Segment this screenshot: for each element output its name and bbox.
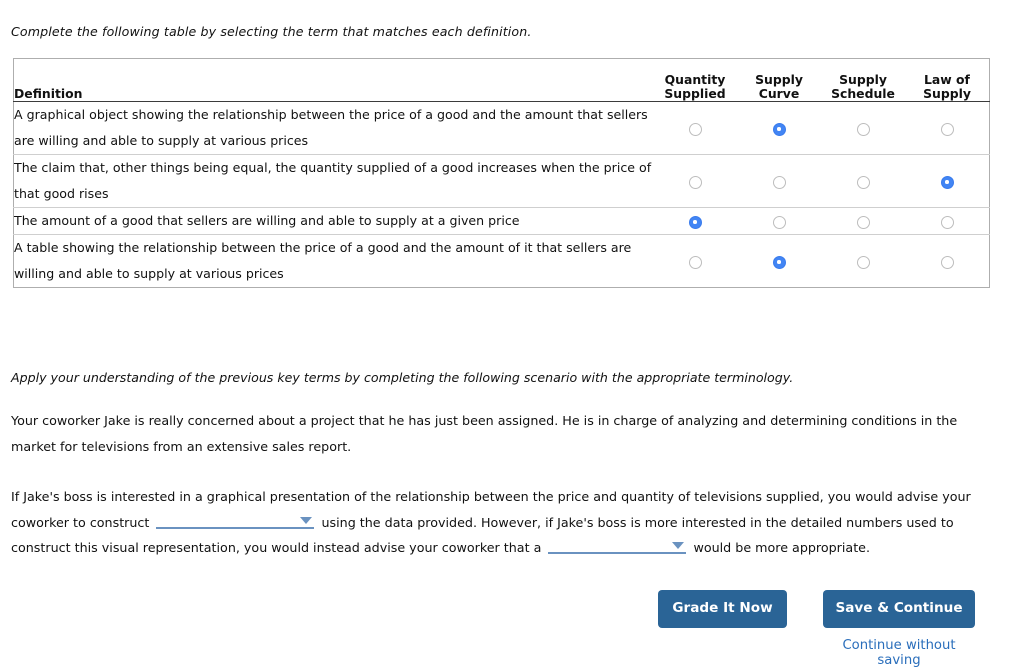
radio-cell-supply-curve[interactable]: [737, 235, 821, 288]
radio-cell-supply-schedule[interactable]: [821, 235, 905, 288]
grade-it-now-button[interactable]: Grade It Now: [658, 590, 787, 628]
column-header-line1: Supply: [755, 72, 803, 87]
column-header-supply-schedule: Supply Schedule: [821, 58, 905, 102]
radio-cell-quantity-supplied[interactable]: [653, 101, 737, 155]
column-header-line2: Supply: [923, 86, 971, 101]
radio-button-selected[interactable]: [688, 215, 702, 229]
column-header-line2: Curve: [758, 86, 800, 101]
radio-cell-supply-curve[interactable]: [737, 101, 821, 155]
radio-button[interactable]: [772, 175, 786, 189]
term-matching-table: Definition Quantity Supplied Supply Curv…: [13, 58, 990, 288]
radio-button[interactable]: [688, 122, 702, 136]
radio-button[interactable]: [856, 255, 870, 269]
table-row: A graphical object showing the relations…: [13, 101, 990, 155]
column-header-line1: Quantity: [664, 72, 726, 87]
radio-cell-supply-schedule[interactable]: [821, 101, 905, 155]
table-header-row: Definition Quantity Supplied Supply Curv…: [13, 58, 990, 102]
radio-button-selected[interactable]: [772, 255, 786, 269]
radio-button[interactable]: [688, 175, 702, 189]
question-paragraph: If Jake's boss is interested in a graphi…: [11, 484, 996, 561]
continue-without-saving-link[interactable]: Continue without saving: [820, 638, 978, 668]
table-row: The claim that, other things being equal…: [13, 154, 990, 208]
chevron-down-icon: [672, 542, 685, 549]
intro-instruction: Complete the following table by selectin…: [11, 24, 532, 39]
apply-instruction: Apply your understanding of the previous…: [11, 370, 794, 385]
radio-button[interactable]: [856, 215, 870, 229]
radio-cell-supply-curve[interactable]: [737, 154, 821, 208]
column-header-line1: Law of: [924, 72, 970, 87]
radio-cell-quantity-supplied[interactable]: [653, 235, 737, 288]
column-header-quantity-supplied: Quantity Supplied: [653, 58, 737, 102]
dropdown-supply-curve-select[interactable]: [156, 510, 315, 529]
radio-cell-supply-curve[interactable]: [737, 207, 821, 235]
worksheet-page: Complete the following table by selectin…: [0, 0, 1024, 669]
radio-button[interactable]: [856, 122, 870, 136]
definition-text: A graphical object showing the relations…: [13, 101, 653, 155]
save-and-continue-button[interactable]: Save & Continue: [823, 590, 975, 628]
column-header-line1: Supply: [839, 72, 887, 87]
radio-cell-supply-schedule[interactable]: [821, 154, 905, 208]
column-header-line2: Schedule: [831, 86, 895, 101]
radio-button[interactable]: [772, 215, 786, 229]
chevron-down-icon: [300, 516, 313, 524]
radio-cell-quantity-supplied[interactable]: [653, 207, 737, 235]
radio-button-selected[interactable]: [940, 175, 954, 189]
radio-button[interactable]: [940, 255, 954, 269]
dropdown-supply-schedule-select[interactable]: [548, 535, 687, 554]
table-body: A graphical object showing the relations…: [13, 101, 990, 288]
radio-cell-law-of-supply[interactable]: [905, 101, 990, 155]
radio-button[interactable]: [688, 255, 702, 269]
radio-button[interactable]: [856, 175, 870, 189]
question-text-part3: would be more appropriate.: [693, 540, 871, 555]
term-matching-table-container: Definition Quantity Supplied Supply Curv…: [13, 58, 990, 288]
radio-cell-quantity-supplied[interactable]: [653, 154, 737, 208]
radio-cell-law-of-supply[interactable]: [905, 207, 990, 235]
table-header: Definition Quantity Supplied Supply Curv…: [13, 58, 990, 102]
column-header-line2: Supplied: [664, 86, 726, 101]
radio-cell-supply-schedule[interactable]: [821, 207, 905, 235]
scenario-paragraph: Your coworker Jake is really concerned a…: [11, 413, 958, 454]
radio-button[interactable]: [940, 122, 954, 136]
definition-text: A table showing the relationship between…: [14, 240, 632, 281]
table-row: The amount of a good that sellers are wi…: [13, 207, 990, 235]
table-row: A table showing the relationship between…: [14, 235, 990, 288]
definition-text: The claim that, other things being equal…: [13, 154, 653, 208]
definition-text: The amount of a good that sellers are wi…: [13, 207, 653, 235]
column-header-supply-curve: Supply Curve: [737, 58, 821, 102]
column-header-definition: Definition: [13, 58, 653, 102]
radio-button-selected[interactable]: [772, 122, 786, 136]
column-header-law-of-supply: Law of Supply: [905, 58, 990, 102]
radio-cell-law-of-supply[interactable]: [905, 154, 990, 208]
radio-button[interactable]: [940, 215, 954, 229]
radio-cell-law-of-supply[interactable]: [905, 235, 990, 288]
